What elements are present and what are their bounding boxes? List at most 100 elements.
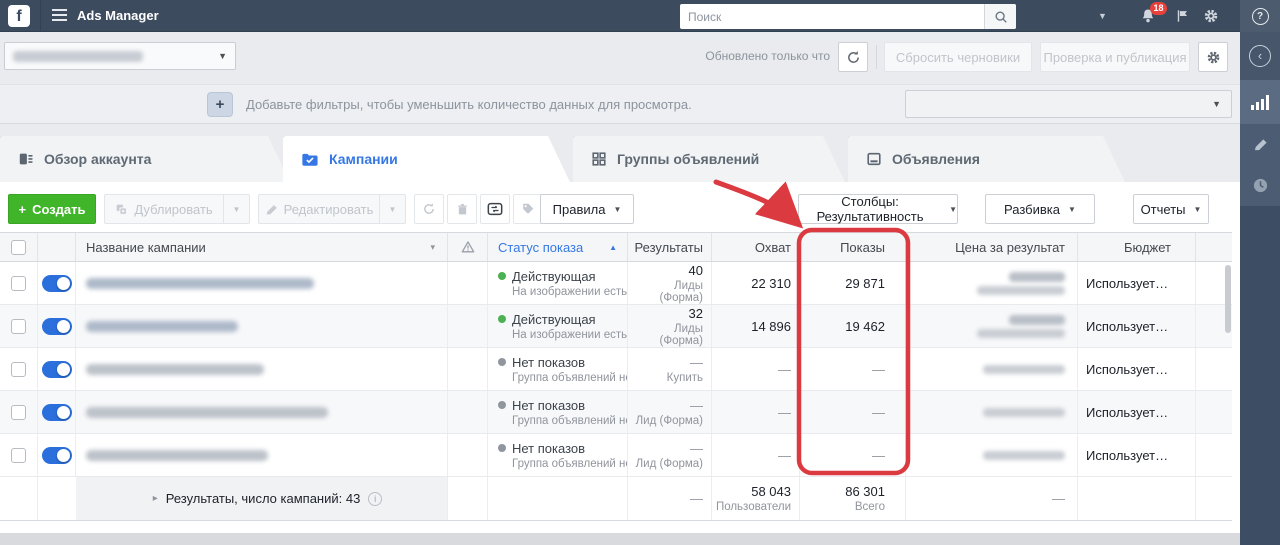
review-publish-button[interactable]: Проверка и публикация (1040, 42, 1190, 72)
tab-ads[interactable]: Объявления (848, 136, 1125, 182)
facebook-logo-icon[interactable]: f (8, 5, 30, 27)
row-checkbox[interactable] (11, 276, 26, 291)
header-delivery-status[interactable]: Статус показа ▲ (488, 233, 628, 261)
hamburger-menu-icon[interactable] (52, 9, 67, 22)
ab-test-button[interactable] (480, 194, 510, 224)
breakdown-dropdown-button[interactable]: Разбивка ▼ (985, 194, 1095, 224)
header-reach[interactable]: Охват (712, 233, 800, 261)
header-label: Охват (755, 240, 791, 255)
header-results[interactable]: Результаты (628, 233, 712, 261)
ab-test-icon (487, 201, 503, 217)
campaign-toggle-on[interactable] (42, 404, 72, 421)
header-budget[interactable]: Бюджет (1078, 233, 1196, 261)
campaign-toggle-on[interactable] (42, 275, 72, 292)
chevron-down-icon: ▼ (218, 51, 227, 61)
refresh-button[interactable] (838, 42, 868, 72)
notifications-bell-icon[interactable]: 18 (1140, 8, 1156, 27)
account-dropdown[interactable]: ▼ (4, 42, 236, 70)
tag-button[interactable] (513, 194, 543, 224)
sidebar-item-edit[interactable] (1240, 124, 1280, 164)
sort-ascending-icon: ▲ (609, 243, 617, 252)
select-all-checkbox[interactable] (11, 240, 26, 255)
vertical-scrollbar-thumb[interactable] (1225, 265, 1231, 333)
results-type: Лид (Форма) (636, 415, 703, 427)
edit-button[interactable]: Редактировать (258, 194, 380, 224)
campaign-name-redacted[interactable] (86, 364, 264, 375)
status-text: Нет показов (512, 441, 585, 456)
help-icon[interactable]: ? (1252, 8, 1269, 25)
header-campaign-name[interactable]: Название кампании ▾ (76, 233, 448, 261)
campaign-toggle-on[interactable] (42, 318, 72, 335)
row-checkbox[interactable] (11, 405, 26, 420)
ads-card-icon (866, 151, 882, 167)
duplicate-caret-button[interactable]: ▼ (224, 194, 250, 224)
table-row: Нет показов Группа объявлений неакт — Лид… (0, 434, 1232, 477)
tab-account-overview[interactable]: Обзор аккаунта (0, 136, 290, 182)
revert-circle-icon (422, 202, 436, 216)
campaign-toggle-on[interactable] (42, 361, 72, 378)
header-impressions[interactable]: Показы (800, 233, 906, 261)
chevron-left-circle-icon: ‹ (1249, 45, 1271, 67)
settings-gear-icon[interactable] (1203, 8, 1219, 27)
delete-button[interactable] (447, 194, 477, 224)
edit-caret-button[interactable]: ▼ (380, 194, 406, 224)
status-note: Группа объявлений неакт (488, 372, 627, 384)
row-checkbox[interactable] (11, 319, 26, 334)
sidebar-item-history[interactable] (1240, 164, 1280, 206)
impressions-value: — (872, 362, 885, 377)
header-cost-per-result[interactable]: Цена за результат (906, 233, 1078, 261)
expand-summary-icon[interactable]: ▸ (153, 493, 158, 504)
duplicate-button-group: Дублировать ▼ (104, 194, 250, 224)
campaign-name-redacted[interactable] (86, 278, 314, 289)
status-dot-active (498, 315, 506, 323)
filter-placeholder-text[interactable]: Добавьте фильтры, чтобы уменьшить количе… (246, 85, 692, 125)
columns-dropdown-button[interactable]: Столбцы: Результативность ▼ (798, 194, 958, 224)
account-name-redacted (13, 51, 143, 62)
duplicate-icon (115, 203, 128, 216)
revert-button[interactable] (414, 194, 444, 224)
status-text: Нет показов (512, 398, 585, 413)
campaign-name-redacted[interactable] (86, 321, 238, 332)
budget-value: Использует… (1078, 405, 1195, 420)
row-checkbox[interactable] (11, 362, 26, 377)
duplicate-button[interactable]: Дублировать (104, 194, 224, 224)
add-filter-button[interactable]: + (207, 92, 233, 117)
chevron-down-icon: ▼ (949, 205, 957, 214)
status-dot-inactive (498, 444, 506, 452)
discard-drafts-button[interactable]: Сбросить черновики (884, 42, 1032, 72)
columns-label: Столбцы: Результативность (799, 194, 941, 224)
account-menu-caret-icon[interactable]: ▼ (1098, 0, 1107, 32)
search-button[interactable] (984, 4, 1016, 29)
sidebar-item-charts[interactable] (1240, 80, 1280, 124)
cost-total: — (1052, 491, 1065, 506)
table-row: Действующая На изображении есть как 32Ли… (0, 305, 1232, 348)
tab-ad-sets[interactable]: Группы объявлений (573, 136, 845, 182)
tab-campaigns[interactable]: Кампании (283, 136, 570, 182)
view-settings-gear-button[interactable] (1198, 42, 1228, 72)
create-button[interactable]: + Создать (8, 194, 96, 224)
header-issues[interactable] (448, 233, 488, 261)
sidebar-collapse-button[interactable]: ‹ (1240, 32, 1280, 80)
row-checkbox[interactable] (11, 448, 26, 463)
horizontal-scrollbar-track[interactable] (0, 533, 1240, 545)
reports-dropdown-button[interactable]: Отчеты ▼ (1133, 194, 1209, 224)
results-value: — (690, 398, 703, 413)
header-label: Бюджет (1124, 240, 1171, 255)
info-icon[interactable]: i (368, 492, 382, 506)
campaign-name-redacted[interactable] (86, 450, 268, 461)
pages-flag-icon[interactable] (1176, 9, 1189, 26)
reach-value: — (778, 448, 791, 463)
chevron-down-icon: ▼ (233, 205, 241, 214)
rules-button[interactable]: Правила ▼ (540, 194, 634, 224)
ads-manager-page: { "topbar": { "app_title": "Ads Manager"… (0, 0, 1280, 545)
results-type: Лид (Форма) (636, 458, 703, 470)
impressions-value: — (872, 448, 885, 463)
campaign-toggle-on[interactable] (42, 447, 72, 464)
date-range-dropdown[interactable]: ▼ (905, 90, 1232, 118)
campaign-name-redacted[interactable] (86, 407, 328, 418)
search-input[interactable] (680, 4, 984, 29)
status-note: Группа объявлений неакт (488, 458, 627, 470)
table-row: Нет показов Группа объявлений неакт —Лид… (0, 391, 1232, 434)
status-dot-inactive (498, 358, 506, 366)
facebook-logo-letter: f (16, 8, 21, 25)
